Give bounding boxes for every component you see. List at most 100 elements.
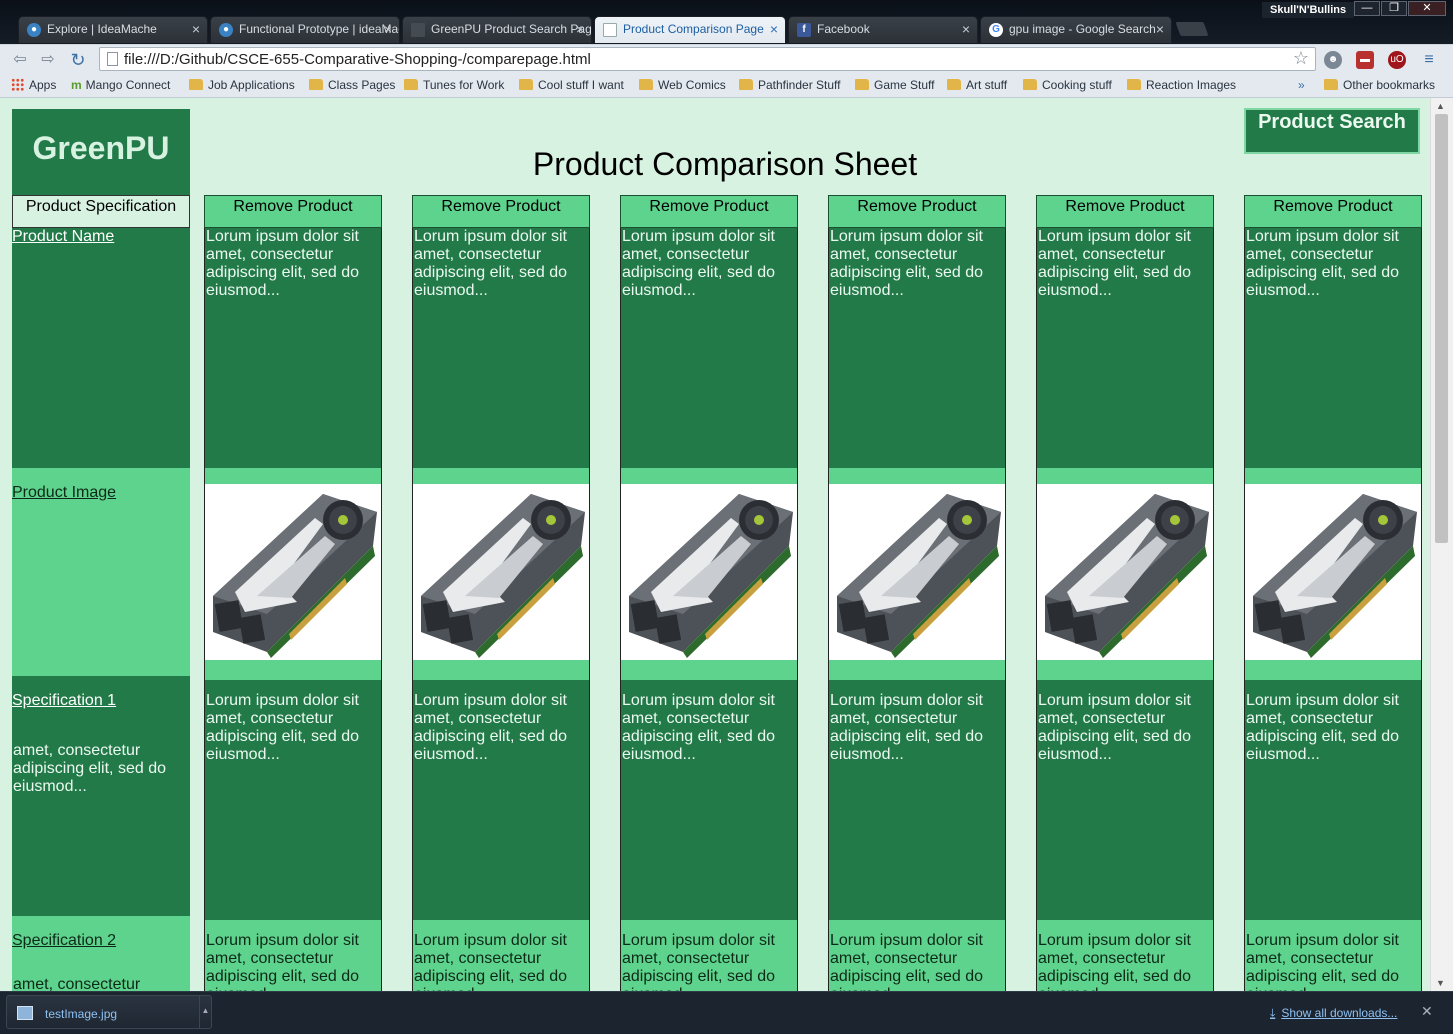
show-all-label: Show all downloads... [1281,1006,1398,1020]
close-tab-icon[interactable]: × [962,17,970,42]
spec-2-cell: Lorum ipsum dolor sit amet, consectetur … [204,920,382,991]
spec-2-cell: Lorum ipsum dolor sit amet, consectetur … [828,920,1006,991]
show-all-downloads-link[interactable]: ⤓ Show all downloads... [1270,1006,1397,1021]
product-search-button[interactable]: Product Search [1244,108,1420,154]
remove-product-button[interactable]: Remove Product [620,195,798,228]
address-url[interactable]: file:///D:/Github/CSCE-655-Comparative-S… [124,51,591,68]
bookmark-cooking-stuff[interactable]: Cooking stuff [1023,78,1112,92]
profile-name[interactable]: Skull'N'Bullins [1262,2,1355,18]
spec-2-text: Lorum ipsum dolor sit amet, consectetur … [206,932,359,991]
product-name-text: Lorum ipsum dolor sit amet, consectetur … [206,228,359,299]
bookmark-label: Tunes for Work [423,78,505,92]
product-name-link[interactable]: Product Name [12,228,190,246]
new-tab-button[interactable] [1175,22,1209,36]
folder-icon [519,79,533,90]
bookmark-label: Game Stuff [874,78,935,92]
download-filename[interactable]: testImage.jpg [45,1007,117,1021]
specification-1-link[interactable]: Specification 1 [12,692,190,710]
bookmark-pathfinder-stuff[interactable]: Pathfinder Stuff [739,78,841,92]
close-download-shelf-icon[interactable]: ✕ [1421,1003,1433,1020]
remove-product-button[interactable]: Remove Product [1244,195,1422,228]
folder-icon [1023,79,1037,90]
scroll-down-arrow-icon[interactable]: ▼ [1436,978,1445,988]
product-image [1245,484,1421,660]
scrollbar-thumb[interactable] [1435,114,1448,543]
close-tab-icon[interactable]: × [576,17,584,42]
row-label-product-name: Product Name [12,228,190,468]
close-tab-icon[interactable]: × [1156,17,1164,42]
bookmark-class-pages[interactable]: Class Pages [309,78,395,92]
remove-product-button[interactable]: Remove Product [1036,195,1214,228]
spec-1-cell: Lorum ipsum dolor sit amet, consectetur … [204,680,382,920]
tab-product-search[interactable]: GreenPU Product Search Page × [402,16,592,43]
remove-product-button[interactable]: Remove Product [204,195,382,228]
forward-arrow-icon[interactable]: ⇨ [38,50,58,70]
download-item[interactable]: testImage.jpg ▲ [6,995,212,1029]
apps-grid-icon [11,78,24,91]
product-image-cell [828,468,1006,680]
tab-functional-prototype[interactable]: ● Functional Prototype | ideaMache × [210,16,400,43]
remove-product-button[interactable]: Remove Product [828,195,1006,228]
menu-icon[interactable]: ≡ [1420,51,1438,69]
restore-icon[interactable]: ❐ [1381,1,1407,16]
vertical-scrollbar[interactable]: ▲ ▼ [1430,98,1453,991]
product-image [413,484,589,660]
ghost-extension-icon[interactable]: ☻ [1324,51,1342,69]
bookmark-mango-connect[interactable]: m Mango Connect [71,78,170,92]
bookmark-other-bookmarks[interactable]: Other bookmarks [1324,78,1435,92]
product-name-cell: Lorum ipsum dolor sit amet, consectetur … [204,228,382,468]
tab-product-comparison[interactable]: Product Comparison Page × [594,16,786,43]
bookmark-game-stuff[interactable]: Game Stuff [855,78,934,92]
tab-facebook[interactable]: f Facebook × [788,16,978,43]
close-tab-icon[interactable]: × [384,17,392,42]
greenpu-logo: GreenPU [12,109,190,195]
minimize-icon[interactable]: — [1354,1,1380,16]
bookmarks-overflow-chevron-icon[interactable]: » [1298,78,1305,92]
bookmark-star-icon[interactable]: ☆ [1293,48,1309,69]
remove-product-button[interactable]: Remove Product [412,195,590,228]
scroll-up-arrow-icon[interactable]: ▲ [1436,101,1445,111]
gpu-image [421,494,585,658]
spec-1-text: Lorum ipsum dolor sit amet, consectetur … [1038,692,1191,763]
tab-explore[interactable]: ● Explore | IdeaMache × [18,16,208,43]
chevron-down-icon[interactable]: ▲ [199,996,211,1028]
product-name-cell: Lorum ipsum dolor sit amet, consectetur … [1036,228,1214,468]
product-image-link[interactable]: Product Image [12,484,190,502]
spec-1-cell: Lorum ipsum dolor sit amet, consectetur … [620,680,798,920]
spec-2-text: Lorum ipsum dolor sit amet, consectetur … [1246,932,1399,991]
page-icon [107,52,118,66]
bookmark-label: Job Applications [208,78,295,92]
ublock-origin-icon[interactable]: uO [1388,51,1406,69]
page-icon [411,23,425,37]
product-image [1037,484,1213,660]
close-window-icon[interactable]: ✕ [1408,1,1446,16]
tab-title: Explore | IdeaMache [47,22,157,36]
bookmark-reaction-images[interactable]: Reaction Images [1127,78,1236,92]
product-image [621,484,797,660]
extension-icon[interactable]: ▬ [1356,51,1374,69]
spec-2-text: Lorum ipsum dolor sit amet, consectetur … [414,932,567,991]
bookmark-web-comics[interactable]: Web Comics [639,78,726,92]
browser-toolbar: ⇦ ⇨ ↻ file:///D:/Github/CSCE-655-Compara… [0,44,1453,73]
bookmark-art-stuff[interactable]: Art stuff [947,78,1007,92]
product-column: Remove Product Lorum ipsum dolor sit amet… [828,195,1006,991]
bookmark-job-applications[interactable]: Job Applications [189,78,295,92]
back-arrow-icon[interactable]: ⇦ [10,50,30,70]
page-icon [603,23,617,37]
spec-1-text: Lorum ipsum dolor sit amet, consectetur … [1246,692,1399,763]
spec-1-label-text: amet, consectetur adipiscing elit, sed d… [13,742,166,795]
bookmark-cool-stuff[interactable]: Cool stuff I want [519,78,624,92]
address-bar[interactable]: file:///D:/Github/CSCE-655-Comparative-S… [99,47,1316,71]
tab-google-search[interactable]: G gpu image - Google Search × [980,16,1172,43]
bookmark-label: Apps [29,78,57,92]
bookmark-apps[interactable]: Apps [11,78,56,92]
close-tab-icon[interactable]: × [770,17,778,42]
folder-icon [1127,79,1141,90]
row-label-product-image: Product Image [12,468,190,676]
reload-icon[interactable]: ↻ [68,50,88,70]
specification-2-link[interactable]: Specification 2 [12,932,190,950]
bookmark-tunes-for-work[interactable]: Tunes for Work [404,78,504,92]
download-arrow-icon: ⤓ [1270,1006,1276,1020]
product-name-text: Lorum ipsum dolor sit amet, consectetur … [830,228,983,299]
close-tab-icon[interactable]: × [192,17,200,42]
